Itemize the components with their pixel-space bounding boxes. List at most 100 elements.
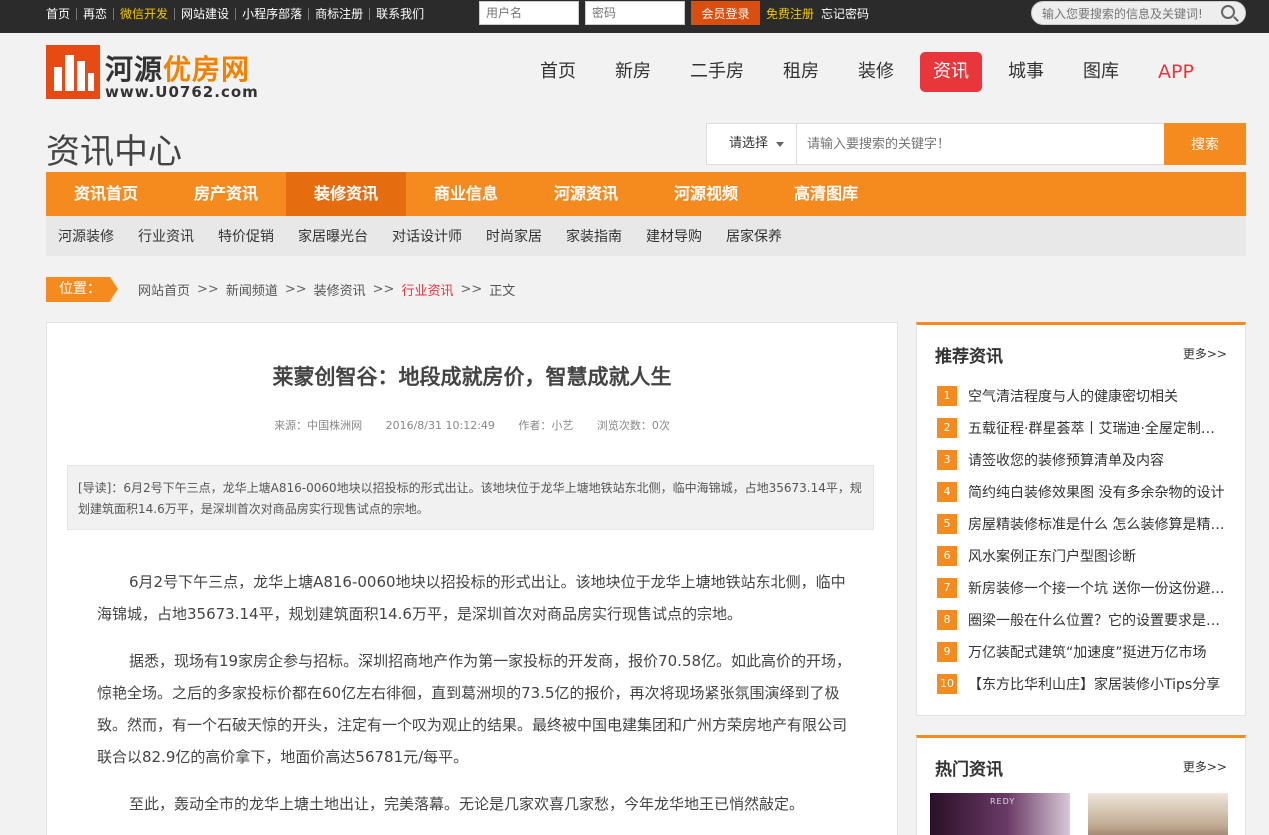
hot-more-link[interactable]: 更多>> [1183,758,1227,775]
rank-badge: 4 [937,482,957,502]
cat-hd-gallery[interactable]: 高清图库 [766,172,886,216]
sub-nav: 河源装修 行业资讯 特价促销 家居曝光台 对话设计师 时尚家居 家装指南 建材导… [46,216,1246,256]
top-bar: 首页 再恋 微信开发 网站建设 小程序部落 商标注册 联系我们 会员登录 免费注… [0,0,1269,33]
search-button[interactable]: 搜索 [1164,123,1246,165]
article-paragraph: 至此，轰动全市的龙华上塘土地出让，完美落幕。无论是几家欢喜几家愁，今年龙华地王已… [129,795,805,813]
sub-nav-item[interactable]: 居家保养 [726,226,782,246]
sub-nav-item[interactable]: 河源装修 [58,226,114,246]
nav-app[interactable]: APP [1145,52,1207,92]
article-source: 来源：中国株洲网 [274,419,363,432]
list-item-title[interactable]: 空气清洁程度与人的健康密切相关 [968,386,1227,406]
breadcrumb-current: 正文 [489,284,516,299]
article-paragraph: 据悉，现场有19家房企参与招标。深圳招商地产作为第一家投标的开发商，报价70.5… [97,652,852,766]
list-item-title[interactable]: 【东方比华利山庄】家居装修小Tips分享 [968,674,1227,694]
cat-property-news[interactable]: 房产资讯 [166,172,286,216]
news-search: 请选择 搜索 [706,123,1246,165]
breadcrumb-separator: >> [197,282,219,297]
breadcrumb-news-channel[interactable]: 新闻频道 [226,280,278,299]
search-icon[interactable] [1221,5,1235,19]
nav-rent[interactable]: 租房 [770,52,832,92]
nav-gallery[interactable]: 图库 [1070,52,1132,92]
sub-nav-item[interactable]: 对话设计师 [392,226,462,246]
nav-city[interactable]: 城事 [995,52,1057,92]
register-link[interactable]: 免费注册 [766,5,814,22]
nav-second-hand[interactable]: 二手房 [677,52,757,92]
list-item[interactable]: 10 【东方比华利山庄】家居装修小Tips分享 [937,674,1227,694]
list-item-title[interactable]: 房屋精装修标准是什么 怎么装修算是精装修 [968,514,1227,534]
logo-icon[interactable] [46,45,100,99]
cat-decoration-news[interactable]: 装修资讯 [286,172,406,216]
rank-badge: 1 [937,386,957,406]
username-input[interactable] [479,1,579,25]
nav-new-house[interactable]: 新房 [602,52,664,92]
recommended-title: 推荐资讯 [935,347,1003,367]
list-item[interactable]: 4 简约纯白装修效果图 没有多余杂物的设计 [937,482,1227,502]
list-item[interactable]: 3 请签收您的装修预算清单及内容 [937,450,1227,470]
logo-url: www.U0762.com [105,83,259,101]
category-nav: 资讯首页 房产资讯 装修资讯 商业信息 河源资讯 河源视频 高清图库 [46,172,1246,216]
list-item[interactable]: 2 五载征程·群星荟萃丨艾瑞迪·全屋定制家居 [937,418,1227,438]
nav-decoration[interactable]: 装修 [845,52,907,92]
top-link-wechat-dev[interactable]: 微信开发 [113,8,174,20]
breadcrumb-decoration[interactable]: 装修资讯 [314,280,366,299]
list-item[interactable]: 6 风水案例正东门户型图诊断 [937,546,1227,566]
sub-nav-item[interactable]: 家装指南 [566,226,622,246]
login-button[interactable]: 会员登录 [691,1,760,25]
sub-nav-item[interactable]: 特价促销 [218,226,274,246]
nav-home[interactable]: 首页 [527,52,589,92]
recommended-more-link[interactable]: 更多>> [1183,345,1227,362]
sub-nav-item[interactable]: 行业资讯 [138,226,194,246]
logo-text[interactable]: 河源优房网 [105,48,250,88]
breadcrumb-industry[interactable]: 行业资讯 [401,280,453,299]
cat-heyuan-video[interactable]: 河源视频 [646,172,766,216]
cat-news-home[interactable]: 资讯首页 [46,172,166,216]
sub-nav-item[interactable]: 时尚家居 [486,226,542,246]
list-item-title[interactable]: 简约纯白装修效果图 没有多余杂物的设计 [968,482,1227,502]
sub-nav-item[interactable]: 家居曝光台 [298,226,368,246]
top-link-home[interactable]: 首页 [46,8,76,20]
top-search-input[interactable] [1042,5,1212,22]
hot-thumbnail[interactable] [1088,793,1228,835]
list-item-title[interactable]: 五载征程·群星荟萃丨艾瑞迪·全屋定制家居 [968,418,1227,438]
article-meta: 来源：中国株洲网 2016/8/31 10:12:49 作者：小艺 浏览次数：0… [47,417,897,433]
password-input[interactable] [585,1,685,25]
list-item-title[interactable]: 新房装修一个接一个坑 送你一份这份避坑指南 [968,578,1227,598]
rank-badge: 6 [937,546,957,566]
chevron-down-icon [776,142,784,147]
rank-badge: 2 [937,418,957,438]
breadcrumb-label: 位置： [46,277,118,302]
thumbnail-brand: REDY [990,797,1016,806]
list-item-title[interactable]: 风水案例正东门户型图诊断 [968,546,1227,566]
cat-business-info[interactable]: 商业信息 [406,172,526,216]
sub-nav-item[interactable]: 建材导购 [646,226,702,246]
keyword-input[interactable] [807,132,1147,156]
forgot-password-link[interactable]: 忘记密码 [821,5,869,22]
top-link-web-build[interactable]: 网站建设 [174,8,235,20]
list-item[interactable]: 5 房屋精装修标准是什么 怎么装修算是精装修 [937,514,1227,534]
nav-news[interactable]: 资讯 [920,52,982,92]
breadcrumb-separator: >> [460,282,483,297]
list-item[interactable]: 8 圈梁一般在什么位置？它的设置要求是什么 [937,610,1227,630]
list-item-title[interactable]: 圈梁一般在什么位置？它的设置要求是什么 [968,610,1227,630]
page-title: 资讯中心 [46,132,182,172]
top-link-zailian[interactable]: 再恋 [76,8,113,20]
list-item[interactable]: 7 新房装修一个接一个坑 送你一份这份避坑指南 [937,578,1227,598]
list-item-title[interactable]: 万亿装配式建筑“加速度”挺进万亿市场 [968,642,1227,662]
top-link-contact[interactable]: 联系我们 [369,8,430,20]
breadcrumb-separator: >> [372,282,395,297]
hot-panel: 热门资讯 更多>> REDY [916,735,1246,835]
breadcrumb-home[interactable]: 网站首页 [138,280,190,299]
list-item[interactable]: 1 空气清洁程度与人的健康密切相关 [937,386,1227,406]
list-item[interactable]: 9 万亿装配式建筑“加速度”挺进万亿市场 [937,642,1227,662]
cat-heyuan-news[interactable]: 河源资讯 [526,172,646,216]
recommended-panel: 推荐资讯 更多>> 1 空气清洁程度与人的健康密切相关 2 五载征程·群星荟萃丨艾瑞… [916,322,1246,716]
hot-thumbnail[interactable]: REDY [930,793,1070,835]
top-link-miniapp[interactable]: 小程序部落 [235,8,308,20]
top-link-trademark[interactable]: 商标注册 [308,8,369,20]
search-category-select[interactable]: 请选择 [707,124,797,164]
article-author: 作者：小艺 [518,419,574,432]
list-item-title[interactable]: 请签收您的装修预算清单及内容 [968,450,1227,470]
rank-badge: 5 [937,514,957,534]
rank-badge: 8 [937,610,957,630]
article-views: 浏览次数：0次 [596,419,670,432]
